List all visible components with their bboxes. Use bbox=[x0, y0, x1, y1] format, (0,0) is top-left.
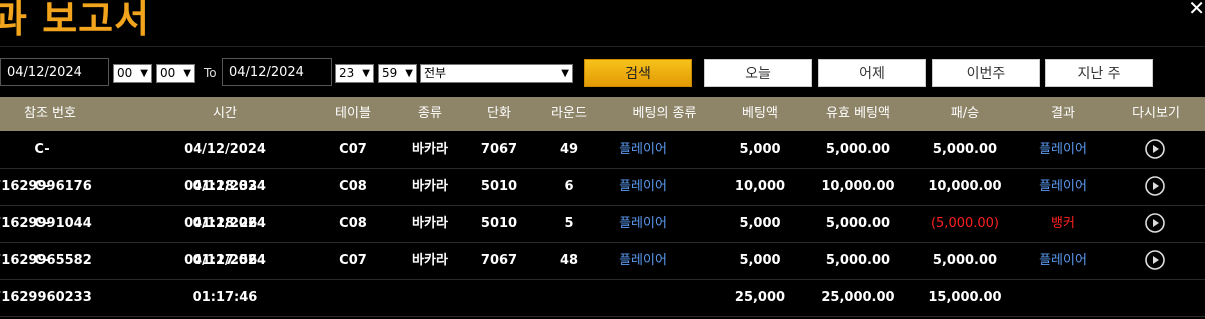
cell-result: 플레이어 bbox=[1039, 253, 1087, 268]
cell-bet-type[interactable]: 플레이어 bbox=[612, 168, 674, 205]
filter-bar: 04/12/2024 00 ▼ 00 ▼ To 04/12/2024 23 ▼ 59 ▼… bbox=[0, 58, 1205, 88]
table-header: 참조 번호 시간 테이블 종류 단화 라운드 베팅의 종류 베팅액 유효 베팅액… bbox=[0, 97, 1205, 131]
page-title: 과 보고서 bbox=[0, 0, 151, 41]
cell-shoe: 7067 bbox=[480, 142, 518, 157]
cell-bet: 5,000 bbox=[739, 253, 781, 268]
from-date-input[interactable]: 04/12/2024 bbox=[0, 58, 109, 86]
cell-ref: C-71629991044 bbox=[0, 179, 92, 231]
cell-shoe: 7067 bbox=[480, 253, 518, 268]
play-circle-icon[interactable] bbox=[1145, 139, 1165, 159]
cell-valid-bet: 5,000.00 bbox=[825, 253, 891, 268]
col-winloss: 패/승 bbox=[950, 106, 980, 121]
cell-table: C07 bbox=[339, 142, 367, 157]
cell-ref: C-71629965582 bbox=[0, 216, 92, 268]
table-row: C-71629996176 04/12/2024 01:18:33 C07 바카라 70… bbox=[0, 131, 1205, 194]
chevron-down-icon: ▼ bbox=[362, 68, 370, 79]
col-result: 결과 bbox=[1051, 106, 1075, 121]
cell-round: 5 bbox=[564, 216, 574, 231]
to-hour-value: 23 bbox=[339, 66, 355, 80]
cell-round: 49 bbox=[559, 142, 579, 157]
cell-winloss: 10,000.00 bbox=[928, 179, 1002, 194]
cell-time: 04/12/2024 01:17:46 bbox=[184, 253, 266, 305]
col-bet-type: 베팅의 종류 bbox=[632, 106, 697, 121]
cell-bet-type[interactable]: 플레이어 bbox=[612, 131, 674, 168]
col-kind: 종류 bbox=[418, 106, 442, 121]
total-valid-bet: 25,000.00 bbox=[821, 290, 895, 305]
to-label: To bbox=[204, 66, 217, 80]
last-week-button[interactable]: 지난 주 bbox=[1045, 59, 1153, 87]
cell-winloss: 5,000.00 bbox=[932, 142, 998, 157]
col-bet: 베팅액 bbox=[742, 106, 778, 121]
cell-ref: C-71629996176 bbox=[0, 142, 92, 194]
cell-table: C08 bbox=[339, 216, 367, 231]
cell-kind: 바카라 bbox=[412, 253, 448, 268]
cell-kind: 바카라 bbox=[412, 179, 448, 194]
cell-kind: 바카라 bbox=[412, 142, 448, 157]
cell-table: C07 bbox=[339, 253, 367, 268]
cell-bet: 5,000 bbox=[739, 216, 781, 231]
cell-time: 04/12/2024 01:17:56 bbox=[184, 216, 266, 268]
cell-time: 04/12/2024 01:18:26 bbox=[184, 179, 266, 231]
col-round: 라운드 bbox=[551, 106, 587, 121]
to-minute-value: 59 bbox=[382, 66, 398, 80]
cell-result: 뱅커 bbox=[1051, 216, 1075, 231]
cell-winloss: (5,000.00) bbox=[930, 216, 1000, 231]
cell-winloss: 5,000.00 bbox=[932, 253, 998, 268]
from-hour-value: 00 bbox=[117, 66, 133, 80]
today-button[interactable]: 오늘 bbox=[704, 59, 812, 87]
game-type-value: 전부 bbox=[424, 66, 447, 80]
cell-valid-bet: 5,000.00 bbox=[825, 216, 891, 231]
cell-bet-type[interactable]: 플레이어 bbox=[612, 242, 674, 279]
play-circle-icon[interactable] bbox=[1145, 213, 1165, 233]
cell-kind: 바카라 bbox=[412, 216, 448, 231]
cell-bet-type[interactable]: 플레이어 bbox=[612, 205, 674, 242]
this-week-button[interactable]: 이번주 bbox=[932, 59, 1040, 87]
cell-result: 플레이어 bbox=[1039, 179, 1087, 194]
to-hour-select[interactable]: 23 ▼ bbox=[335, 64, 374, 83]
cell-valid-bet: 10,000.00 bbox=[821, 179, 895, 194]
table-row: C-71629965582 04/12/2024 01:17:56 C08 바카라 50… bbox=[0, 205, 1205, 268]
play-circle-icon[interactable] bbox=[1145, 176, 1165, 196]
divider bbox=[0, 46, 1205, 47]
close-icon[interactable]: ✕ bbox=[1188, 0, 1205, 20]
cell-time: 04/12/2024 01:18:33 bbox=[184, 142, 266, 194]
cell-table: C08 bbox=[339, 179, 367, 194]
col-shoe: 단화 bbox=[487, 106, 511, 121]
to-date-input[interactable]: 04/12/2024 bbox=[222, 58, 332, 86]
table-row: C-71629991044 04/12/2024 01:18:26 C08 바카라 50… bbox=[0, 168, 1205, 231]
col-replay: 다시보기 bbox=[1132, 106, 1180, 121]
to-minute-select[interactable]: 59 ▼ bbox=[378, 64, 417, 83]
from-hour-select[interactable]: 00 ▼ bbox=[113, 64, 152, 83]
cell-shoe: 5010 bbox=[480, 216, 518, 231]
from-minute-value: 00 bbox=[160, 66, 176, 80]
col-ref: 참조 번호 bbox=[24, 106, 76, 121]
total-winloss: 15,000.00 bbox=[928, 290, 1002, 305]
yesterday-button[interactable]: 어제 bbox=[818, 59, 926, 87]
chevron-down-icon: ▼ bbox=[561, 68, 569, 79]
cell-bet: 10,000 bbox=[734, 179, 786, 194]
cell-round: 48 bbox=[559, 253, 579, 268]
chevron-down-icon: ▼ bbox=[405, 68, 413, 79]
col-valid-bet: 유효 베팅액 bbox=[826, 106, 890, 121]
chevron-down-icon: ▼ bbox=[140, 68, 148, 79]
col-table: 테이블 bbox=[335, 106, 371, 121]
cell-shoe: 5010 bbox=[480, 179, 518, 194]
cell-result: 플레이어 bbox=[1039, 142, 1087, 157]
cell-bet: 5,000 bbox=[739, 142, 781, 157]
play-circle-icon[interactable] bbox=[1145, 250, 1165, 270]
search-button[interactable]: 검색 bbox=[584, 59, 692, 87]
cell-valid-bet: 5,000.00 bbox=[825, 142, 891, 157]
chevron-down-icon: ▼ bbox=[183, 68, 191, 79]
cell-round: 6 bbox=[564, 179, 574, 194]
col-time: 시간 bbox=[213, 106, 237, 121]
total-bet: 25,000 bbox=[734, 290, 786, 305]
game-type-select[interactable]: 전부 ▼ bbox=[420, 64, 573, 83]
table-row: C-71629960233 04/12/2024 01:17:46 C07 바카라 70… bbox=[0, 242, 1205, 305]
from-minute-select[interactable]: 00 ▼ bbox=[156, 64, 195, 83]
totals-row: 25,000 25,000.00 15,000.00 bbox=[0, 279, 1205, 317]
cell-ref: C-71629960233 bbox=[0, 253, 92, 305]
